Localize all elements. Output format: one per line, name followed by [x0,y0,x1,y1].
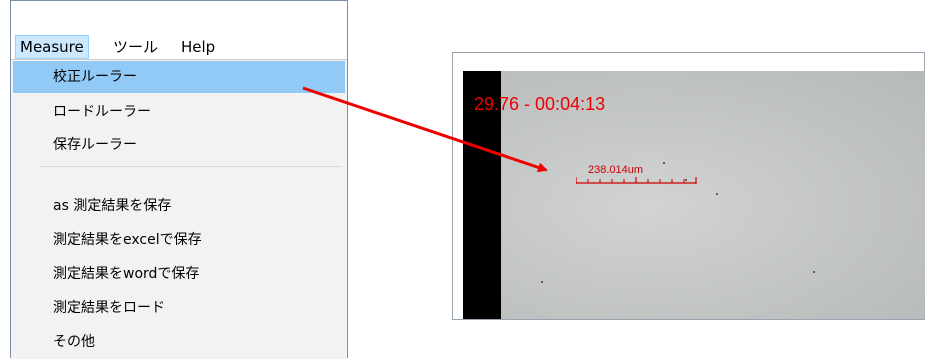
annotation-arrow [302,86,548,173]
